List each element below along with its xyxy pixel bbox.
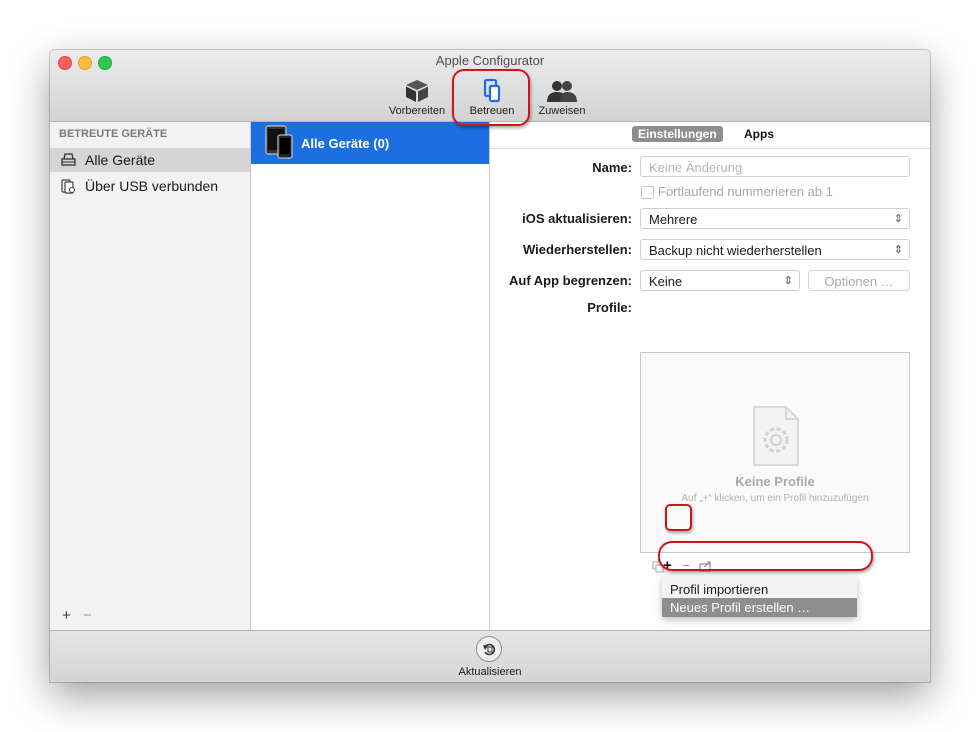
app-lock-label: Auf App begrenzen: bbox=[508, 273, 632, 288]
restore-select[interactable]: Backup nicht wiederherstellen ⇕ bbox=[640, 239, 910, 260]
refresh-icon bbox=[483, 643, 496, 656]
add-button[interactable]: + bbox=[62, 607, 71, 624]
bottom-bar: Aktualisieren bbox=[50, 630, 930, 682]
profiles-label: Profile: bbox=[587, 300, 632, 315]
refresh-label: Aktualisieren bbox=[458, 666, 522, 678]
name-label: Name: bbox=[592, 160, 632, 175]
tray-icon bbox=[61, 153, 76, 166]
ios-update-label: iOS aktualisieren: bbox=[522, 211, 632, 226]
empty-profiles-hint: Auf „+“ klicken, um ein Profil hinzuzufü… bbox=[681, 493, 869, 504]
menu-item-new-profile[interactable]: Neues Profil erstellen … bbox=[662, 598, 857, 617]
restore-label: Wiederherstellen: bbox=[523, 242, 632, 257]
settings-panel: Einstellungen Apps Name: Keine Änderung … bbox=[490, 122, 930, 630]
sidebar-item-label: Über USB verbunden bbox=[85, 178, 219, 194]
toolbar-prepare-label: Vorbereiten bbox=[388, 105, 446, 117]
share-icon[interactable] bbox=[699, 560, 713, 572]
titlebar: Apple Configurator Vorbereiten Betreuen bbox=[50, 50, 930, 122]
app-lock-value: Keine bbox=[649, 274, 683, 289]
toolbar-supervise-label: Betreuen bbox=[469, 105, 515, 117]
updown-chevron-icon: ⇕ bbox=[783, 275, 793, 287]
devices-icon bbox=[483, 78, 501, 103]
menu-item-label: Profil importieren bbox=[670, 582, 769, 597]
ios-update-select[interactable]: Mehrere ⇕ bbox=[640, 208, 910, 229]
toolbar-assign-label: Zuweisen bbox=[538, 105, 586, 117]
app-lock-select[interactable]: Keine ⇕ bbox=[640, 270, 800, 291]
empty-profiles-title: Keine Profile bbox=[735, 474, 815, 489]
sidebar-item-label: Alle Geräte bbox=[85, 152, 156, 168]
profile-document-icon bbox=[753, 406, 799, 466]
sequential-label: Fortlaufend nummerieren ab 1 bbox=[658, 184, 833, 199]
options-button[interactable]: Optionen … bbox=[808, 270, 910, 291]
sequential-checkbox[interactable] bbox=[641, 186, 654, 199]
tab-settings[interactable]: Einstellungen bbox=[632, 126, 723, 142]
updown-chevron-icon: ⇕ bbox=[893, 244, 903, 256]
restore-value: Backup nicht wiederherstellen bbox=[649, 243, 822, 258]
sidebar-header: BETREUTE GERÄTE bbox=[59, 128, 168, 140]
device-row-all-devices[interactable]: Alle Geräte (0) bbox=[251, 122, 489, 164]
toolbar-prepare-button[interactable]: Vorbereiten bbox=[386, 78, 448, 117]
tabs-divider bbox=[490, 148, 930, 149]
menu-item-label: Neues Profil erstellen … bbox=[670, 600, 811, 615]
sidebar: BETREUTE GERÄTE Alle Geräte Über USB ver… bbox=[50, 122, 251, 630]
refresh-button[interactable] bbox=[476, 636, 502, 662]
add-profile-button[interactable]: + bbox=[663, 557, 672, 574]
menu-item-import-profile[interactable]: Profil importieren bbox=[662, 580, 857, 599]
remove-profile-button[interactable]: − bbox=[682, 557, 690, 573]
toolbar-assign-button[interactable]: Zuweisen bbox=[534, 78, 590, 117]
ios-update-value: Mehrere bbox=[649, 212, 698, 227]
profiles-list[interactable]: Keine Profile Auf „+“ klicken, um ein Pr… bbox=[640, 352, 910, 553]
device-list: Alle Geräte (0) bbox=[251, 122, 490, 630]
cube-icon bbox=[406, 80, 428, 102]
sidebar-item-usb-connected[interactable]: Über USB verbunden bbox=[50, 174, 250, 198]
sidebar-item-all-devices[interactable]: Alle Geräte bbox=[50, 148, 250, 172]
people-icon bbox=[547, 81, 577, 102]
app-window: Apple Configurator Vorbereiten Betreuen bbox=[50, 50, 930, 682]
add-profile-menu: Profil importieren Neues Profil erstelle… bbox=[662, 576, 857, 617]
window-title: Apple Configurator bbox=[435, 53, 545, 68]
ipad-iphone-icon bbox=[265, 125, 293, 159]
name-field[interactable]: Keine Änderung bbox=[640, 156, 910, 177]
device-row-label: Alle Geräte (0) bbox=[301, 136, 390, 151]
updown-chevron-icon: ⇕ bbox=[893, 213, 903, 225]
remove-button[interactable]: − bbox=[83, 607, 92, 624]
usb-device-icon bbox=[61, 179, 75, 194]
tab-apps[interactable]: Apps bbox=[738, 126, 780, 142]
toolbar-supervise-button[interactable]: Betreuen bbox=[462, 78, 522, 117]
sidebar-footer: + − bbox=[62, 607, 100, 624]
